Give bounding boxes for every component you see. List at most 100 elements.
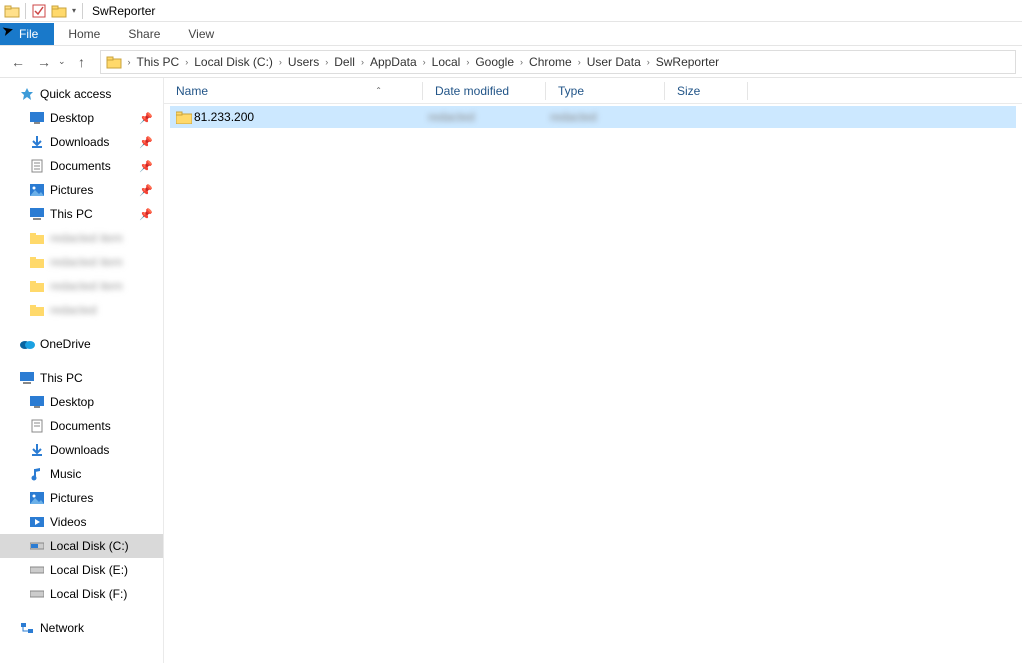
folder-small-icon[interactable] [51, 3, 67, 19]
folder-icon [28, 304, 46, 316]
qa-item-blurred[interactable]: redacted item [0, 226, 163, 250]
divider[interactable] [747, 82, 748, 100]
videos-icon [28, 516, 46, 528]
folder-icon [174, 111, 194, 124]
qa-pictures[interactable]: Pictures 📌 [0, 178, 163, 202]
back-button[interactable]: ← [6, 50, 30, 74]
tab-share[interactable]: Share [114, 23, 174, 45]
pin-icon: 📌 [139, 184, 153, 197]
folder-icon [28, 256, 46, 268]
pc-pictures[interactable]: Pictures [0, 486, 163, 510]
pictures-icon [28, 492, 46, 504]
sort-asc-icon: ⌃ [375, 86, 382, 95]
quick-access[interactable]: Quick access [0, 82, 163, 106]
up-button[interactable]: ↑ [70, 50, 94, 74]
downloads-icon [28, 135, 46, 149]
col-type[interactable]: Type [546, 84, 664, 98]
pc-disk-f[interactable]: Local Disk (F:) [0, 582, 163, 606]
chevron-right-icon[interactable]: › [517, 57, 526, 67]
qa-item-blurred[interactable]: redacted item [0, 250, 163, 274]
disk-icon [28, 541, 46, 551]
qa-desktop[interactable]: Desktop 📌 [0, 106, 163, 130]
pc-disk-c[interactable]: Local Disk (C:) [0, 534, 163, 558]
col-name[interactable]: Name ⌃ [164, 84, 422, 98]
ribbon-tabs: File Home Share View [0, 22, 1022, 46]
tab-home[interactable]: Home [54, 23, 114, 45]
disk-icon [28, 589, 46, 599]
qa-item-blurred[interactable]: redacted [0, 298, 163, 322]
crumb[interactable]: SwReporter [653, 55, 722, 69]
chevron-right-icon[interactable]: › [182, 57, 191, 67]
main: Quick access Desktop 📌 Downloads 📌 Docum… [0, 78, 1022, 663]
forward-button[interactable]: → [32, 50, 56, 74]
folder-icon [28, 280, 46, 292]
crumb[interactable]: Google [472, 55, 517, 69]
pin-icon: 📌 [139, 112, 153, 125]
pin-icon: 📌 [139, 160, 153, 173]
pc-documents[interactable]: Documents [0, 414, 163, 438]
file-list: Name ⌃ Date modified Type Size 81.233.20… [164, 78, 1022, 663]
file-name: 81.233.200 [194, 110, 428, 124]
network[interactable]: Network [0, 616, 163, 640]
pc-music[interactable]: Music [0, 462, 163, 486]
tab-view[interactable]: View [174, 23, 228, 45]
desktop-icon [28, 112, 46, 124]
folder-icon [106, 55, 122, 69]
chevron-right-icon[interactable]: › [276, 57, 285, 67]
file-type: redacted [550, 110, 668, 124]
nav-row: ← → ⌄ ↑ › This PC › Local Disk (C:) › Us… [0, 46, 1022, 78]
chevron-right-icon[interactable]: › [463, 57, 472, 67]
qa-downloads[interactable]: Downloads 📌 [0, 130, 163, 154]
address-bar[interactable]: › This PC › Local Disk (C:) › Users › De… [100, 50, 1016, 74]
crumb[interactable]: Chrome [526, 55, 575, 69]
col-date[interactable]: Date modified [423, 84, 545, 98]
pc-disk-e[interactable]: Local Disk (E:) [0, 558, 163, 582]
this-pc[interactable]: This PC [0, 366, 163, 390]
crumb[interactable]: Users [285, 55, 322, 69]
navigation-pane[interactable]: Quick access Desktop 📌 Downloads 📌 Docum… [0, 78, 164, 663]
chevron-right-icon[interactable]: › [575, 57, 584, 67]
qa-item-blurred[interactable]: redacted item [0, 274, 163, 298]
pc-videos[interactable]: Videos [0, 510, 163, 534]
network-icon [18, 622, 36, 634]
documents-icon [28, 419, 46, 433]
crumb[interactable]: AppData [367, 55, 420, 69]
recent-dropdown-icon[interactable]: ⌄ [58, 56, 66, 67]
column-headers: Name ⌃ Date modified Type Size [164, 78, 1022, 104]
file-date: redacted [428, 110, 550, 124]
chevron-right-icon[interactable]: › [322, 57, 331, 67]
pc-downloads[interactable]: Downloads [0, 438, 163, 462]
chevron-right-icon[interactable]: › [125, 57, 134, 67]
window-title: SwReporter [92, 4, 155, 18]
divider [82, 3, 83, 19]
qat-dropdown-icon[interactable]: ▾ [72, 6, 76, 15]
pin-icon: 📌 [139, 208, 153, 221]
crumb[interactable]: This PC [134, 55, 183, 69]
chevron-right-icon[interactable]: › [644, 57, 653, 67]
onedrive-icon [18, 339, 36, 349]
folder-icon [28, 232, 46, 244]
col-size[interactable]: Size [665, 84, 747, 98]
disk-icon [28, 565, 46, 575]
crumb[interactable]: Dell [331, 55, 358, 69]
chevron-right-icon[interactable]: › [358, 57, 367, 67]
file-row[interactable]: 81.233.200 redacted redacted [170, 106, 1016, 128]
thispc-icon [28, 208, 46, 220]
title-bar: ▾ SwReporter [0, 0, 1022, 22]
downloads-icon [28, 443, 46, 457]
qa-thispc[interactable]: This PC 📌 [0, 202, 163, 226]
qa-documents[interactable]: Documents 📌 [0, 154, 163, 178]
star-icon [18, 87, 36, 101]
documents-icon [28, 159, 46, 173]
properties-qat-icon[interactable] [31, 3, 47, 19]
pin-icon: 📌 [139, 136, 153, 149]
chevron-right-icon[interactable]: › [420, 57, 429, 67]
desktop-icon [28, 396, 46, 408]
crumb[interactable]: Local Disk (C:) [191, 55, 276, 69]
pc-desktop[interactable]: Desktop [0, 390, 163, 414]
onedrive[interactable]: OneDrive [0, 332, 163, 356]
folder-icon [4, 3, 20, 19]
crumb[interactable]: Local [429, 55, 464, 69]
music-icon [28, 467, 46, 481]
crumb[interactable]: User Data [584, 55, 644, 69]
